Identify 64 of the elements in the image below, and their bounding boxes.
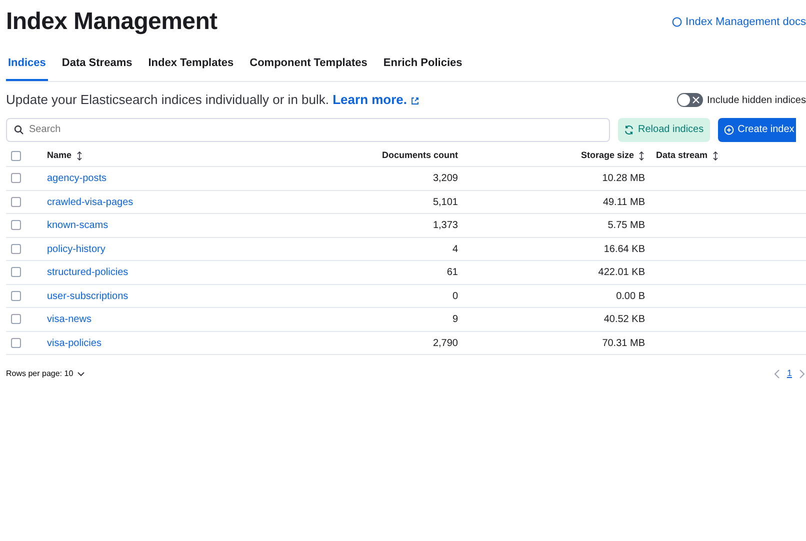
- index-name-link[interactable]: structured-policies: [47, 267, 128, 278]
- table-cell: 9: [452, 314, 458, 326]
- column-header[interactable]: Data stream: [656, 149, 719, 163]
- table-cell: 10.28 MB: [602, 173, 645, 184]
- column-header[interactable]: Documents count: [382, 149, 458, 163]
- index-name-link[interactable]: visa-policies: [47, 338, 102, 349]
- reload-button[interactable]: Reload indices: [618, 118, 710, 142]
- previous-page-icon[interactable]: [772, 369, 781, 380]
- index-name-link[interactable]: policy-history: [47, 244, 106, 255]
- search-icon: [14, 124, 24, 135]
- table-cell: 5,101: [432, 196, 458, 208]
- row-checkbox[interactable]: [11, 196, 21, 207]
- learn-more-link[interactable]: Learn more.: [332, 92, 408, 108]
- table-cell: 49.11 MB: [602, 196, 645, 208]
- row-checkbox[interactable]: [11, 220, 21, 230]
- page-title: Index Management: [6, 8, 218, 37]
- tab[interactable]: Indices: [6, 50, 48, 82]
- cross-icon: [692, 96, 700, 104]
- table-cell: 40.52 KB: [604, 314, 645, 326]
- row-checkbox[interactable]: [11, 338, 21, 348]
- row-checkbox[interactable]: [11, 290, 21, 301]
- refresh-icon: [624, 124, 634, 135]
- table-cell: 61: [446, 267, 458, 278]
- column-header[interactable]: Name: [47, 149, 83, 163]
- table-cell: 5.75 MB: [608, 220, 645, 232]
- table-cell: 1,373: [432, 220, 458, 232]
- row-checkbox[interactable]: [11, 244, 21, 254]
- column-header[interactable]: Storage size: [580, 149, 645, 163]
- sort-icon[interactable]: [76, 151, 83, 162]
- chevron-down-icon: [77, 371, 86, 378]
- table-cell: 16.64 KB: [604, 244, 645, 255]
- tab[interactable]: Data Streams: [60, 50, 134, 82]
- select-all-checkbox[interactable]: [11, 150, 21, 161]
- index-name-link[interactable]: known-scams: [47, 220, 108, 232]
- index-name-link[interactable]: agency-posts: [47, 173, 106, 184]
- table-cell: 422.01 KB: [598, 267, 645, 278]
- table-cell: 3,209: [432, 173, 458, 184]
- row-checkbox[interactable]: [11, 173, 21, 184]
- index-name-link[interactable]: visa-news: [47, 314, 92, 326]
- toggle-label: Include hidden indices: [707, 94, 806, 108]
- tab[interactable]: Component Templates: [248, 50, 370, 82]
- rows-per-page-dropdown[interactable]: Rows per page: 10: [6, 368, 86, 380]
- plus-circle-icon: [724, 124, 734, 135]
- table-cell: 70.31 MB: [602, 338, 645, 349]
- toggle-switch[interactable]: [677, 93, 704, 108]
- table-cell: 4: [452, 244, 458, 255]
- index-name-link[interactable]: crawled-visa-pages: [47, 196, 134, 208]
- search-field[interactable]: Search: [6, 118, 610, 142]
- sort-icon[interactable]: [712, 151, 719, 162]
- description-text: Update your Elasticsearch indices individually or in bulk. Learn more.: [6, 90, 420, 110]
- row-checkbox[interactable]: [11, 267, 21, 278]
- next-page-icon[interactable]: [798, 369, 806, 380]
- page-button[interactable]: 1: [784, 367, 794, 381]
- sort-icon[interactable]: [638, 151, 645, 162]
- table-cell: 0: [452, 290, 458, 302]
- tab[interactable]: Enrich Policies: [381, 50, 464, 82]
- external-link-icon: [411, 96, 420, 105]
- table-cell: 2,790: [432, 338, 458, 349]
- create-button[interactable]: Create index: [718, 118, 796, 142]
- row-checkbox[interactable]: [11, 314, 21, 324]
- tab[interactable]: Index Templates: [146, 50, 236, 82]
- docs-link[interactable]: Index Management docs: [672, 14, 806, 31]
- table-cell: 0.00 B: [616, 290, 645, 302]
- index-name-link[interactable]: user-subscriptions: [47, 290, 128, 302]
